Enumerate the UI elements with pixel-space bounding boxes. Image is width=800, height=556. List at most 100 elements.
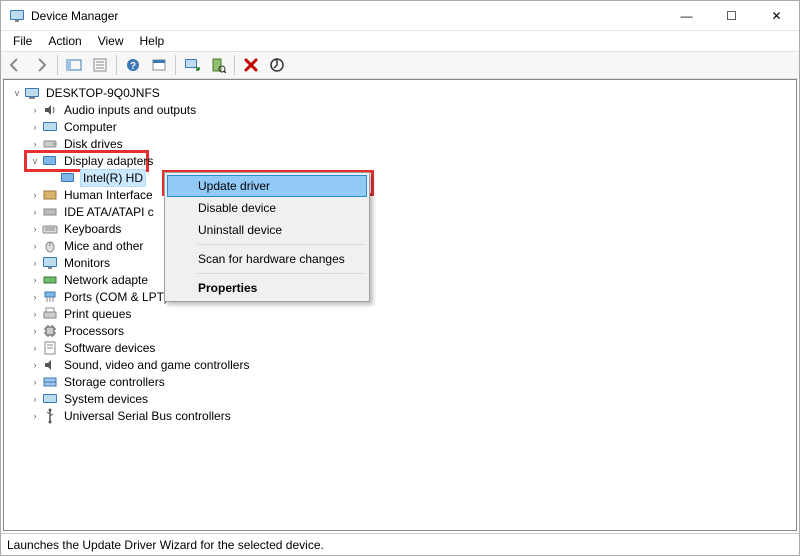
context-menu-update-driver[interactable]: Update driver [167, 175, 367, 197]
sound-icon [42, 357, 58, 373]
show-hidden-button[interactable] [180, 53, 204, 77]
context-menu-properties[interactable]: Properties [167, 277, 367, 299]
forward-button[interactable] [29, 53, 53, 77]
help-icon: ? [125, 57, 141, 73]
toolbar-separator [234, 55, 235, 75]
tree-item-software-devices[interactable]: › Software devices [26, 339, 796, 356]
tree-root-label: DESKTOP-9Q0JNFS [44, 85, 162, 101]
expand-icon[interactable]: › [28, 205, 42, 219]
titlebar: Device Manager — ☐ ✕ [1, 1, 799, 31]
tree-item-system-devices[interactable]: › System devices [26, 390, 796, 407]
tree-item-ide[interactable]: › IDE ATA/ATAPI c [26, 203, 796, 220]
device-manager-window: Device Manager — ☐ ✕ File Action View He… [0, 0, 800, 556]
statusbar: Launches the Update Driver Wizard for th… [1, 533, 799, 555]
tree-item-network[interactable]: › Network adapte [26, 271, 796, 288]
tree-item-processors[interactable]: › Processors [26, 322, 796, 339]
scan-icon [210, 57, 226, 73]
disk-icon [42, 136, 58, 152]
expand-icon[interactable]: › [28, 324, 42, 338]
collapse-icon[interactable]: v [28, 154, 42, 168]
expand-icon[interactable]: › [28, 256, 42, 270]
ports-icon [42, 289, 58, 305]
toolbar-separator [175, 55, 176, 75]
back-icon [7, 57, 23, 73]
tree-item-keyboards[interactable]: › Keyboards [26, 220, 796, 237]
cpu-icon [42, 323, 58, 339]
red-x-icon [243, 57, 259, 73]
scan-hardware-button[interactable] [206, 53, 230, 77]
tree-item-print-queues[interactable]: › Print queues [26, 305, 796, 322]
window-title: Device Manager [31, 9, 664, 23]
expand-icon[interactable]: › [28, 341, 42, 355]
minimize-button[interactable]: — [664, 1, 709, 30]
context-menu-separator [197, 244, 365, 245]
menubar: File Action View Help [1, 31, 799, 51]
expand-icon[interactable]: › [28, 120, 42, 134]
expand-icon[interactable]: › [28, 137, 42, 151]
show-hide-console-button[interactable] [62, 53, 86, 77]
expand-icon[interactable]: › [28, 392, 42, 406]
expand-icon[interactable]: › [28, 103, 42, 117]
expand-icon[interactable]: › [28, 222, 42, 236]
toolbar-separator [57, 55, 58, 75]
forward-icon [33, 57, 49, 73]
status-text: Launches the Update Driver Wizard for th… [7, 538, 324, 552]
tree-item-hid[interactable]: › Human Interface [26, 186, 796, 203]
expand-icon[interactable]: › [28, 273, 42, 287]
expand-icon[interactable]: v [10, 86, 24, 100]
app-icon [9, 8, 25, 24]
mouse-icon [42, 238, 58, 254]
action-button[interactable] [147, 53, 171, 77]
update-driver-toolbar-button[interactable] [265, 53, 289, 77]
tree-item-disk-drives[interactable]: › Disk drives [26, 135, 796, 152]
system-icon [42, 391, 58, 407]
context-menu-disable-device[interactable]: Disable device [167, 197, 367, 219]
menu-help[interactable]: Help [132, 32, 173, 50]
tree-item-storage-controllers[interactable]: › Storage controllers [26, 373, 796, 390]
context-menu-scan-hardware[interactable]: Scan for hardware changes [167, 248, 367, 270]
expand-icon[interactable]: › [28, 188, 42, 202]
context-menu: Update driver Disable device Uninstall d… [164, 172, 370, 302]
keyboard-icon [42, 221, 58, 237]
close-button[interactable]: ✕ [754, 1, 799, 30]
expand-icon[interactable]: › [28, 307, 42, 321]
expand-icon[interactable]: › [28, 358, 42, 372]
back-button[interactable] [3, 53, 27, 77]
network-icon [42, 272, 58, 288]
tree-item-computer[interactable]: › Computer [26, 118, 796, 135]
tree-item-sound-video-game[interactable]: › Sound, video and game controllers [26, 356, 796, 373]
help-button[interactable]: ? [121, 53, 145, 77]
storage-icon [42, 374, 58, 390]
properties-button[interactable] [88, 53, 112, 77]
computer-icon [24, 85, 40, 101]
menu-file[interactable]: File [5, 32, 40, 50]
printer-icon [42, 306, 58, 322]
computer-icon [42, 119, 58, 135]
tree-item-audio[interactable]: › Audio inputs and outputs [26, 101, 796, 118]
maximize-button[interactable]: ☐ [709, 1, 754, 30]
expand-icon[interactable]: › [28, 409, 42, 423]
context-menu-uninstall-device[interactable]: Uninstall device [167, 219, 367, 241]
console-tree-icon [66, 57, 82, 73]
monitor-icon [42, 255, 58, 271]
tree-item-intel-hd[interactable]: Intel(R) HD [44, 169, 796, 186]
menu-view[interactable]: View [90, 32, 132, 50]
expand-icon[interactable]: › [28, 290, 42, 304]
usb-icon [42, 408, 58, 424]
tree-item-ports[interactable]: › Ports (COM & LPT) [26, 288, 796, 305]
hid-icon [42, 187, 58, 203]
tree-item-display-adapters[interactable]: v Display adapters [26, 152, 796, 169]
ide-icon [42, 204, 58, 220]
expand-icon[interactable]: › [28, 239, 42, 253]
uninstall-button[interactable] [239, 53, 263, 77]
expand-icon[interactable]: › [28, 375, 42, 389]
device-tree[interactable]: v DESKTOP-9Q0JNFS › Audio inputs and out… [3, 79, 797, 531]
update-icon [269, 57, 285, 73]
tree-item-usb[interactable]: › Universal Serial Bus controllers [26, 407, 796, 424]
menu-action[interactable]: Action [40, 32, 89, 50]
toolbar: ? [1, 51, 799, 79]
software-icon [42, 340, 58, 356]
tree-item-monitors[interactable]: › Monitors [26, 254, 796, 271]
tree-root[interactable]: v DESKTOP-9Q0JNFS [8, 84, 796, 101]
tree-item-mice[interactable]: › Mice and other [26, 237, 796, 254]
